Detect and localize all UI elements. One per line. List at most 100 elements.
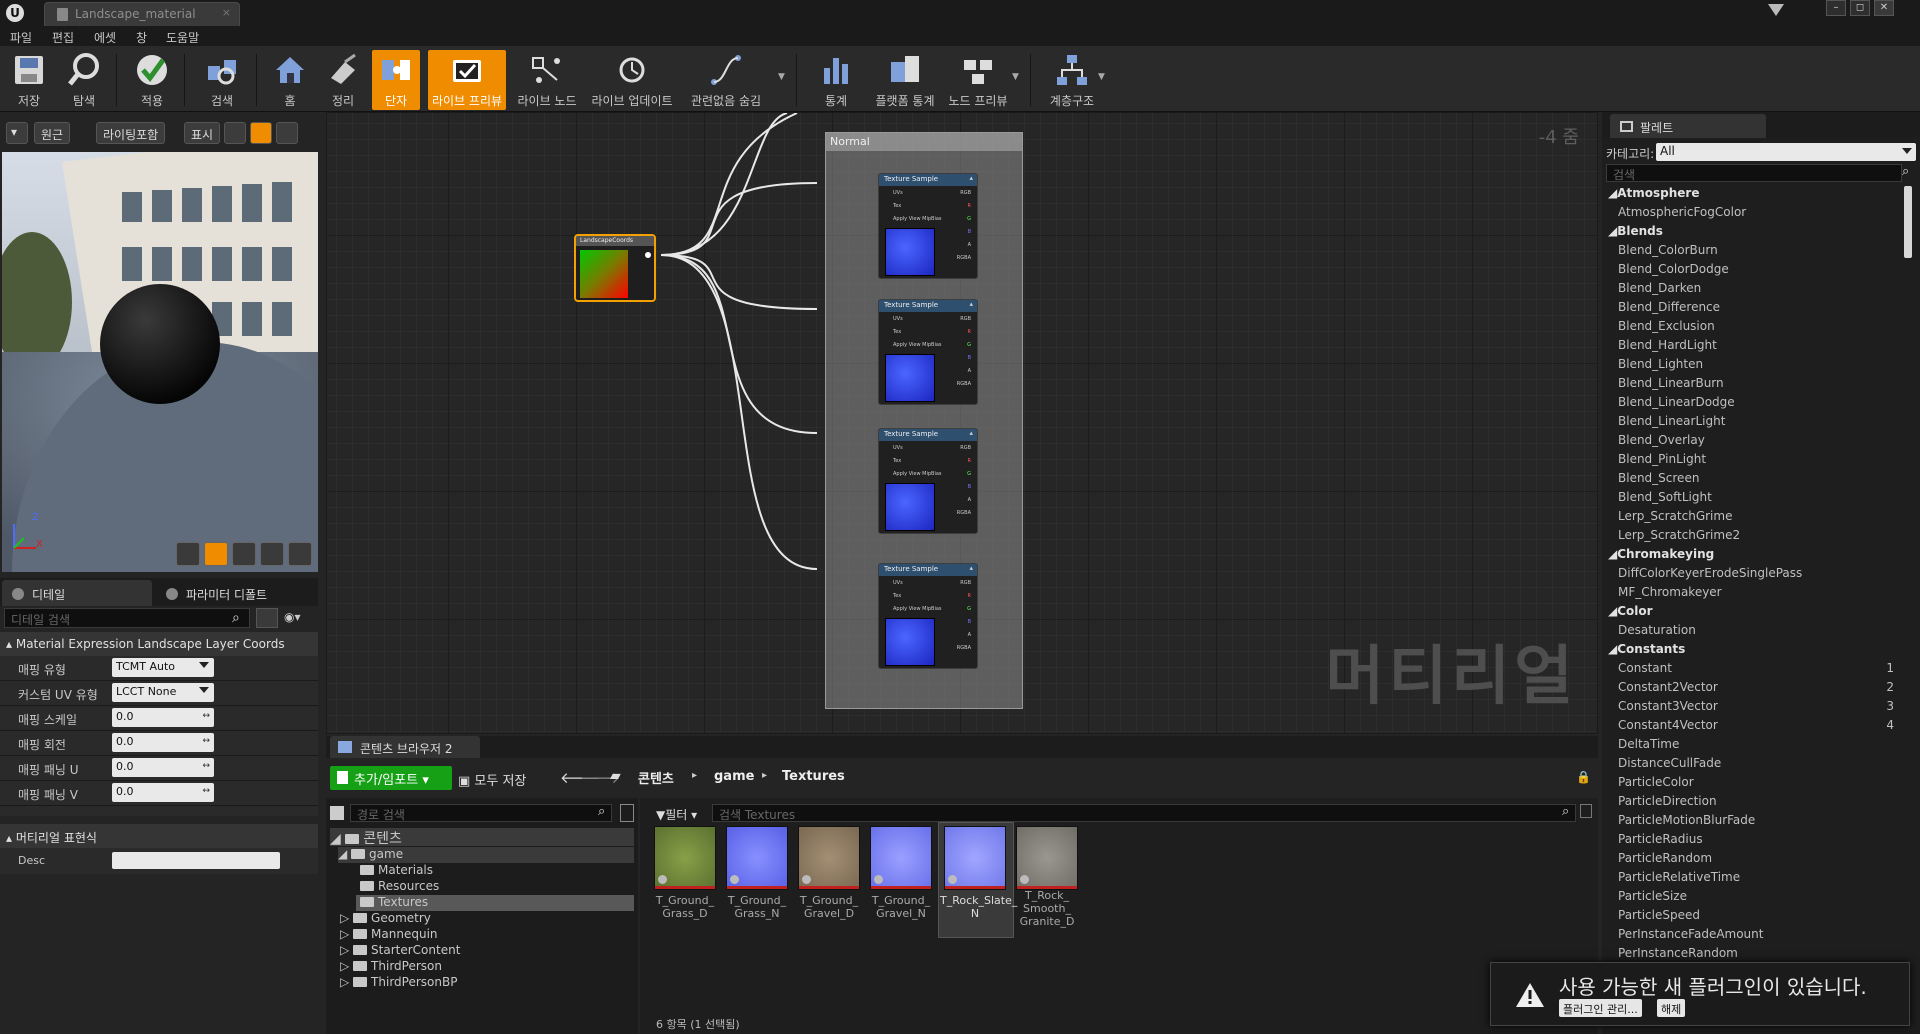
- palette-item[interactable]: Constant 1: [1602, 661, 1902, 680]
- category-combo[interactable]: All: [1656, 143, 1916, 161]
- apply-button[interactable]: 적용: [126, 50, 178, 110]
- menu-asset[interactable]: 에셋: [94, 29, 116, 46]
- folder-tree-item-selected[interactable]: Textures: [356, 895, 634, 911]
- visibility-eye-icon[interactable]: ◉▾: [284, 610, 306, 626]
- palette-item[interactable]: Constant4Vector 4: [1602, 718, 1902, 737]
- show-button[interactable]: 표시: [184, 122, 221, 144]
- collapse-arrow-icon[interactable]: ▴: [969, 429, 973, 437]
- add-import-button[interactable]: 추가/임포트 ▾: [330, 766, 452, 790]
- live-nodes-button[interactable]: 라이브 노드: [514, 50, 580, 110]
- asset-thumbnail[interactable]: [870, 826, 932, 890]
- translate-mode-icon[interactable]: [224, 122, 246, 144]
- palette-item[interactable]: Blend_Lighten: [1602, 357, 1902, 376]
- preview-cube-button[interactable]: [260, 542, 284, 566]
- palette-item[interactable]: Desaturation: [1602, 623, 1902, 642]
- menu-help[interactable]: 도움말: [166, 29, 199, 46]
- lit-mode-button[interactable]: 라이팅포함: [96, 122, 166, 144]
- asset-search-input[interactable]: 검색 Textures: [712, 804, 1576, 822]
- collapse-arrow-icon[interactable]: ▴: [969, 174, 973, 182]
- menu-window[interactable]: 창: [136, 29, 147, 46]
- custom-uv-type-combo[interactable]: LCCT None: [112, 683, 214, 702]
- output-pin-icon[interactable]: [645, 252, 651, 258]
- preview-plane-button[interactable]: [232, 542, 256, 566]
- mapping-type-combo[interactable]: TCMT Auto: [112, 658, 214, 677]
- palette-item[interactable]: Constant3Vector 3: [1602, 699, 1902, 718]
- lock-icon[interactable]: 🔒: [1576, 770, 1591, 784]
- texture-sample-node[interactable]: Texture Sample ▴ UVs Tex Apply View MipBi…: [878, 173, 978, 279]
- details-section-material-expression[interactable]: ▴ 머티리얼 표현식: [0, 824, 318, 848]
- palette-item[interactable]: AtmosphericFogColor: [1602, 205, 1902, 224]
- palette-category[interactable]: ◢Chromakeying: [1602, 547, 1902, 566]
- palette-item[interactable]: ParticleRelativeTime: [1602, 870, 1902, 889]
- palette-item[interactable]: Blend_Overlay: [1602, 433, 1902, 452]
- palette-item[interactable]: ParticleRadius: [1602, 832, 1902, 851]
- palette-item[interactable]: Blend_ColorBurn: [1602, 243, 1902, 262]
- notification-icon[interactable]: [1768, 4, 1784, 16]
- texture-sample-node[interactable]: Texture Sample ▴ UVs Tex Apply View MipBi…: [878, 563, 978, 669]
- close-window-button[interactable]: ✕: [1874, 0, 1894, 16]
- folder-tree-item[interactable]: ▷ Mannequin: [340, 927, 438, 943]
- tab-palette[interactable]: 팔레트: [1610, 114, 1766, 138]
- asset-thumbnail[interactable]: [798, 826, 860, 890]
- palette-item[interactable]: Constant2Vector 2: [1602, 680, 1902, 699]
- texture-sample-node[interactable]: Texture Sample ▴ UVs Tex Apply View MipBi…: [878, 428, 978, 534]
- material-preview-viewport[interactable]: Z X: [2, 152, 318, 572]
- comment-box-normal[interactable]: Normal Texture Sample ▴ UVs Tex Apply Vie…: [825, 132, 1023, 709]
- palette-search-input[interactable]: 검색: [1606, 164, 1902, 182]
- palette-item[interactable]: Lerp_ScratchGrime2: [1602, 528, 1902, 547]
- folder-tree-item[interactable]: Materials: [360, 863, 433, 879]
- mapping-scale-input[interactable]: 0.0 ↔: [112, 708, 214, 727]
- perspective-button[interactable]: 원근: [34, 122, 71, 144]
- stats-button[interactable]: 통계: [816, 50, 856, 110]
- asset-thumbnail[interactable]: [654, 826, 716, 890]
- palette-item[interactable]: Blend_LinearDodge: [1602, 395, 1902, 414]
- dismiss-button[interactable]: 해제: [1657, 999, 1686, 1017]
- menu-edit[interactable]: 편집: [52, 29, 74, 46]
- tree-view-options-icon[interactable]: [620, 804, 634, 822]
- palette-item[interactable]: ParticleSize: [1602, 889, 1902, 908]
- palette-item[interactable]: Blend_Exclusion: [1602, 319, 1902, 338]
- preview-cylinder-button[interactable]: [176, 542, 200, 566]
- palette-item[interactable]: Blend_Darken: [1602, 281, 1902, 300]
- connectors-button[interactable]: 단자: [372, 50, 420, 110]
- folder-tree-item[interactable]: ▷ ThirdPerson: [340, 959, 442, 975]
- save-button[interactable]: 저장: [6, 50, 52, 110]
- hierarchy-dropdown-icon[interactable]: ▼: [1098, 72, 1105, 82]
- favorite-star-icon[interactable]: [1020, 875, 1029, 884]
- palette-item[interactable]: ParticleRandom: [1602, 851, 1902, 870]
- live-preview-button[interactable]: 라이브 프리뷰: [428, 50, 506, 110]
- palette-category[interactable]: ◢Constants: [1602, 642, 1902, 661]
- palette-item[interactable]: Lerp_ScratchGrime: [1602, 509, 1902, 528]
- document-tab[interactable]: Landscape_material ×: [44, 2, 240, 26]
- tab-details[interactable]: 디테일: [2, 580, 152, 606]
- hide-unrelated-button[interactable]: 관련없음 숨김: [686, 50, 766, 110]
- comment-title[interactable]: Normal: [826, 133, 1022, 151]
- texture-sample-node[interactable]: Texture Sample ▴ UVs Tex Apply View MipBi…: [878, 299, 978, 405]
- filter-button[interactable]: ▼필터 ▾: [656, 806, 697, 823]
- palette-item[interactable]: Blend_LinearBurn: [1602, 376, 1902, 395]
- clean-up-button[interactable]: 정리: [318, 50, 368, 110]
- sources-toggle-icon[interactable]: [330, 806, 344, 820]
- landscape-coords-node[interactable]: LandscapeCoords: [574, 234, 656, 302]
- palette-item[interactable]: ParticleSpeed: [1602, 908, 1902, 927]
- minimize-button[interactable]: –: [1826, 0, 1846, 16]
- favorite-star-icon[interactable]: [802, 875, 811, 884]
- folder-tree-item[interactable]: ▷ StarterContent: [340, 943, 460, 959]
- viewport-options-button[interactable]: ▾: [6, 122, 28, 144]
- collapse-arrow-icon[interactable]: ▴: [969, 300, 973, 308]
- palette-item[interactable]: Blend_PinLight: [1602, 452, 1902, 471]
- palette-scrollbar-thumb[interactable]: [1904, 186, 1912, 258]
- rotate-mode-icon[interactable]: [250, 122, 272, 144]
- palette-item[interactable]: PerInstanceFadeAmount: [1602, 927, 1902, 946]
- palette-item[interactable]: DiffColorKeyerErodeSinglePass: [1602, 566, 1902, 585]
- details-grid-view-icon[interactable]: [256, 608, 278, 628]
- folder-tree-item[interactable]: ◢ 콘텐츠: [330, 828, 634, 847]
- folder-tree-item[interactable]: ▷ ThirdPersonBP: [340, 975, 457, 991]
- breadcrumb-content[interactable]: 콘텐츠: [638, 768, 674, 787]
- live-update-button[interactable]: 라이브 업데이트: [590, 50, 674, 110]
- preview-sphere-button[interactable]: [204, 542, 228, 566]
- browse-button[interactable]: 탐색: [58, 50, 110, 110]
- favorite-star-icon[interactable]: [730, 875, 739, 884]
- folder-tree-item[interactable]: ▷ Geometry: [340, 911, 431, 927]
- manage-plugins-button[interactable]: 플러그인 관리...: [1559, 999, 1642, 1017]
